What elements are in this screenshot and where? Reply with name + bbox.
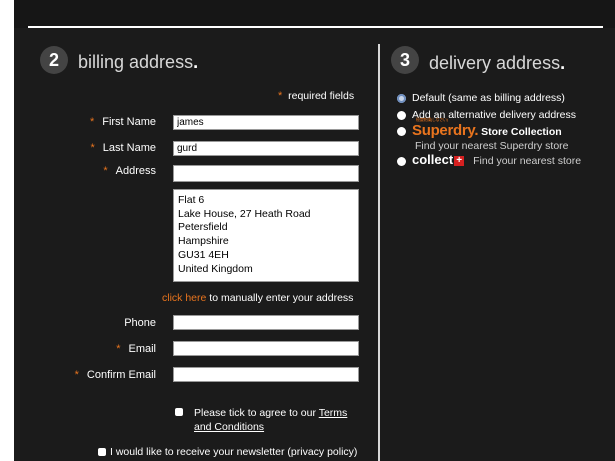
required-note: * required fields — [278, 90, 354, 102]
superdry-store-subtext: Find your nearest Superdry store — [415, 140, 569, 152]
last-name-label: * Last Name — [90, 142, 156, 154]
superdry-logo: 極度乾燥(しなさい) Superdry. — [412, 117, 479, 139]
section-divider — [378, 44, 380, 461]
billing-title: billing address. — [78, 52, 198, 73]
email-field[interactable] — [173, 341, 359, 356]
terms-checkbox[interactable] — [175, 408, 183, 416]
newsletter-checkbox[interactable] — [98, 448, 106, 456]
address-line: Hampshire — [178, 235, 229, 248]
phone-label: Phone — [124, 317, 156, 329]
newsletter-text: I would like to receive your newsletter … — [110, 446, 358, 458]
required-note-text: required fields — [288, 90, 355, 102]
superdry-store-label: Store Collection — [481, 126, 562, 138]
address-field[interactable] — [173, 165, 359, 182]
confirm-email-field[interactable] — [173, 367, 359, 382]
billing-title-dot: . — [193, 52, 199, 72]
default-delivery-label: Default (same as billing address) — [412, 92, 565, 104]
billing-step-number: 2 — [40, 46, 68, 74]
checkout-page: 2 billing address. * required fields * Fi… — [14, 0, 615, 461]
top-bar — [14, 0, 615, 28]
phone-field[interactable] — [173, 315, 359, 330]
terms-text: Please tick to agree to our Terms and Con… — [194, 407, 348, 433]
collect-plus-radio[interactable] — [397, 157, 406, 166]
required-asterisk: * — [278, 90, 283, 102]
delivery-title-text: delivery address — [429, 53, 561, 73]
address-line: GU31 4EH — [178, 248, 229, 261]
address-lookup-box[interactable]: Flat 6 Lake House, 27 Heath Road Petersf… — [173, 189, 359, 282]
address-line: Petersfield — [178, 221, 228, 234]
address-label: * Address — [103, 165, 156, 177]
address-line: United Kingdom — [178, 262, 253, 275]
delivery-step-number: 3 — [391, 46, 419, 74]
delivery-title: delivery address. — [429, 53, 565, 74]
collect-plus-subtext: Find your nearest store — [473, 155, 582, 167]
alternative-delivery-radio[interactable] — [397, 111, 406, 120]
first-name-field[interactable] — [173, 115, 359, 130]
email-label: * Email — [116, 343, 156, 355]
manual-address-link[interactable]: click here — [162, 292, 206, 304]
collect-plus-logo: collect + — [412, 152, 465, 167]
manual-address-text: to manually enter your address — [206, 292, 354, 304]
default-delivery-radio[interactable] — [397, 94, 406, 103]
delivery-title-dot: . — [560, 53, 566, 73]
superdry-logo-small: 極度乾燥(しなさい) — [416, 117, 448, 122]
address-line: Flat 6 — [178, 194, 205, 206]
last-name-field[interactable] — [173, 141, 359, 156]
superdry-store-radio[interactable] — [397, 127, 406, 136]
collect-plus-option: collect + Find your nearest store — [412, 152, 581, 167]
terms-link[interactable]: Terms — [319, 407, 348, 419]
superdry-store-option: 極度乾燥(しなさい) Superdry. Store Collection — [412, 117, 562, 139]
address-line: Lake House, 27 Heath Road — [178, 207, 311, 220]
confirm-email-label: * Confirm Email — [74, 369, 156, 381]
manual-address-row: click here to manually enter your addres… — [162, 292, 353, 304]
conditions-link[interactable]: and Conditions — [194, 421, 264, 433]
top-divider — [28, 26, 603, 28]
first-name-label: * First Name — [89, 116, 156, 128]
billing-title-text: billing address — [78, 52, 194, 72]
